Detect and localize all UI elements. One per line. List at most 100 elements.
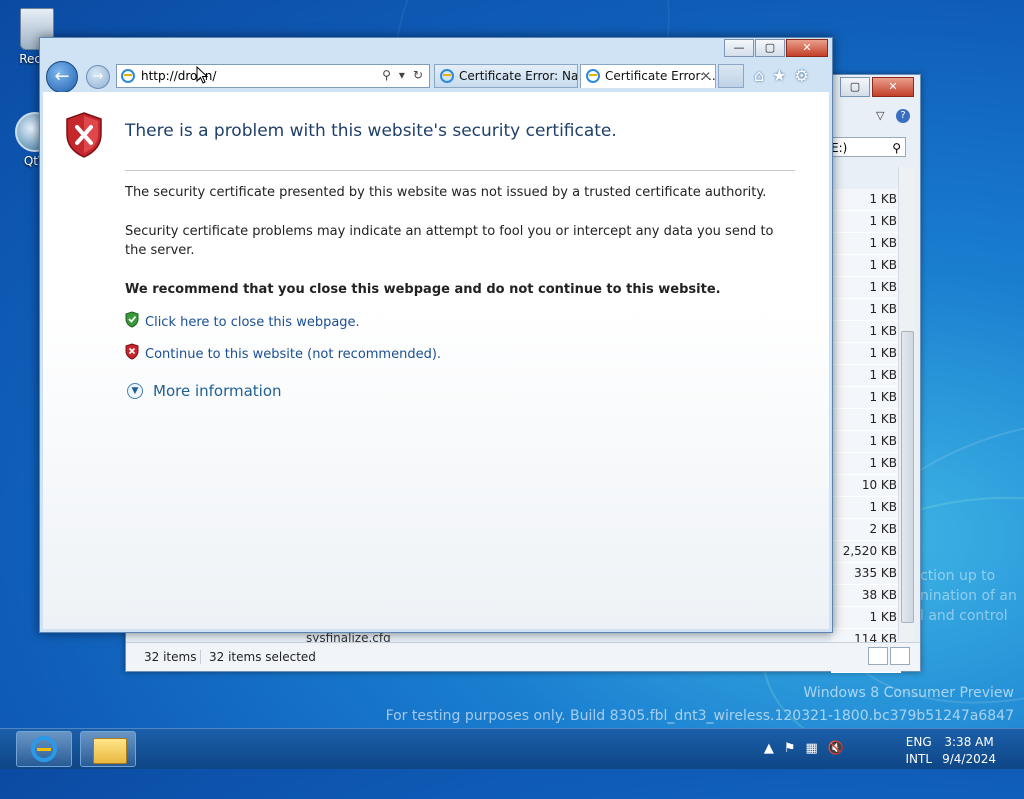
explorer-search-input[interactable]: E:) ⚲ xyxy=(826,137,906,157)
clock[interactable]: 3:38 AM 9/4/2024 xyxy=(942,734,996,768)
search-icon: ⚲ xyxy=(892,141,901,155)
tray-icons: ▲ ⚑ ▦ 🔇 xyxy=(764,741,844,756)
more-information-toggle[interactable]: ▼ More information xyxy=(127,382,282,400)
explorer-close-button[interactable]: ✕ xyxy=(872,77,914,97)
new-tab-button[interactable] xyxy=(718,64,744,88)
chevron-down-icon: ▼ xyxy=(127,383,143,399)
input-language[interactable]: ENG INTL xyxy=(905,734,932,768)
file-size-cell: 1 KB xyxy=(831,409,901,431)
file-size-cell: 1 KB xyxy=(831,365,901,387)
internet-explorer-icon xyxy=(31,736,57,762)
tools-icon[interactable]: ⚙ xyxy=(795,66,809,85)
file-size-cell: 1 KB xyxy=(831,255,901,277)
show-hidden-icons-icon[interactable]: ▲ xyxy=(764,741,774,756)
arrow-right-icon: → xyxy=(92,69,104,84)
network-icon[interactable]: ▦ xyxy=(806,741,818,756)
mouse-cursor-icon xyxy=(196,66,208,84)
file-size-cell: 1 KB xyxy=(831,607,901,629)
watermark-edition: Windows 8 Consumer Preview xyxy=(803,685,1014,701)
file-size-cell: 1 KB xyxy=(831,321,901,343)
file-size-cell: 1 KB xyxy=(831,299,901,321)
file-size-cell: 1 KB xyxy=(831,233,901,255)
minimize-button[interactable]: — xyxy=(724,39,754,57)
taskbar-file-explorer[interactable] xyxy=(80,731,136,767)
forward-button[interactable]: → xyxy=(86,65,110,89)
explorer-status-bar: 32 items 32 items selected xyxy=(126,642,920,671)
explorer-maximize-button[interactable]: ▢ xyxy=(840,77,870,97)
file-size-cell: 1 KB xyxy=(831,343,901,365)
tab-label: Certificate Error: Na... xyxy=(459,69,578,83)
watermark-build: For testing purposes only. Build 8305.fb… xyxy=(385,708,1014,724)
paragraph-warning: Security certificate problems may indica… xyxy=(125,224,774,258)
shield-check-icon xyxy=(125,311,139,328)
file-size-cell: 1 KB xyxy=(831,387,901,409)
browser-window[interactable]: — ▢ ✕ ← → http://dro..n/ ⚲ ▾ ↻ Certifica… xyxy=(39,37,833,633)
dropdown-icon[interactable]: ▾ xyxy=(399,68,405,82)
maximize-button[interactable]: ▢ xyxy=(755,39,785,57)
flag-icon[interactable]: ⚑ xyxy=(784,741,796,756)
ie-page-icon xyxy=(586,69,600,83)
favorites-icon[interactable]: ★ xyxy=(772,66,786,85)
paragraph-untrusted: The security certificate presented by th… xyxy=(125,185,767,200)
close-button[interactable]: ✕ xyxy=(786,39,828,57)
file-size-cell: 10 KB xyxy=(831,475,901,497)
details-view-icon[interactable] xyxy=(868,647,888,665)
browser-tools: ⌂ ★ ⚙ xyxy=(754,66,809,85)
browser-window-controls: — ▢ ✕ xyxy=(724,39,828,57)
page-title: There is a problem with this website's s… xyxy=(125,121,617,141)
taskbar: ▲ ⚑ ▦ 🔇 ENG INTL 3:38 AM 9/4/2024 xyxy=(0,728,1024,769)
back-button[interactable]: ← xyxy=(46,61,78,93)
file-size-cell: 1 KB xyxy=(831,211,901,233)
background-text: ction up to xyxy=(920,568,996,584)
file-size-cell: 1 KB xyxy=(831,497,901,519)
refresh-icon[interactable]: ↻ xyxy=(413,68,423,82)
file-size-cell: 1 KB xyxy=(831,189,901,211)
ie-page-icon xyxy=(121,69,135,83)
page-content: There is a problem with this website's s… xyxy=(43,92,829,629)
browser-navbar: ← → http://dro..n/ ⚲ ▾ ↻ Certificate Err… xyxy=(40,60,832,93)
file-size-cell: 2,520 KB xyxy=(831,541,901,563)
home-icon[interactable]: ⌂ xyxy=(754,66,764,85)
recommendation-text: We recommend that you close this webpage… xyxy=(125,282,721,297)
scrollbar-thumb[interactable] xyxy=(901,331,914,623)
search-input-text: E:) xyxy=(831,141,848,155)
tab-certificate-error-1[interactable]: Certificate Error: Na... xyxy=(434,64,578,88)
status-divider xyxy=(200,650,201,664)
divider xyxy=(125,170,795,171)
tab-certificate-error-2[interactable]: Certificate Error: ... ✕ xyxy=(580,64,716,88)
chevron-down-icon[interactable]: ▽ xyxy=(876,109,884,122)
explorer-window-controls: ▢ ✕ xyxy=(840,77,914,97)
file-size-cell: 1 KB xyxy=(831,431,901,453)
close-tab-icon[interactable]: ✕ xyxy=(701,65,711,87)
close-webpage-link[interactable]: Click here to close this webpage. xyxy=(145,315,360,330)
language-code: ENG xyxy=(905,735,932,749)
large-icons-view-icon[interactable] xyxy=(890,647,910,665)
address-bar[interactable]: http://dro..n/ ⚲ ▾ ↻ xyxy=(116,64,430,88)
search-icon[interactable]: ⚲ xyxy=(382,68,391,82)
status-selected-count: 32 items selected xyxy=(209,650,316,664)
arrow-left-icon: ← xyxy=(54,66,70,87)
more-information-label: More information xyxy=(153,382,282,400)
file-size-cell: 2 KB xyxy=(831,519,901,541)
file-size-column: 1 KB 1 KB 1 KB 1 KB 1 KB 1 KB 1 KB 1 KB 1 KB 1 KB… xyxy=(831,189,901,673)
taskbar-internet-explorer[interactable] xyxy=(16,731,72,767)
file-size-cell: 1 KB xyxy=(831,277,901,299)
speaker-muted-icon[interactable]: 🔇 xyxy=(828,741,844,756)
file-size-cell: 1 KB xyxy=(831,453,901,475)
address-tools: ⚲ ▾ ↻ xyxy=(382,68,423,82)
file-size-cell: 335 KB xyxy=(831,563,901,585)
clock-date: 9/4/2024 xyxy=(942,752,996,766)
help-icon[interactable]: ? xyxy=(896,109,910,123)
continue-website-link[interactable]: Continue to this website (not recommende… xyxy=(145,347,441,362)
keyboard-layout: INTL xyxy=(905,752,932,766)
background-text: nination of an xyxy=(920,588,1017,604)
shield-error-small-icon xyxy=(125,343,139,360)
shield-error-icon xyxy=(66,112,102,158)
file-size-cell: 38 KB xyxy=(831,585,901,607)
folder-icon xyxy=(93,738,127,764)
background-text: l and control xyxy=(920,608,1008,624)
explorer-scrollbar[interactable] xyxy=(898,167,915,641)
tab-label: Certificate Error: ... xyxy=(605,69,716,83)
clock-time: 3:38 AM xyxy=(944,735,994,749)
ie-page-icon xyxy=(440,69,454,83)
